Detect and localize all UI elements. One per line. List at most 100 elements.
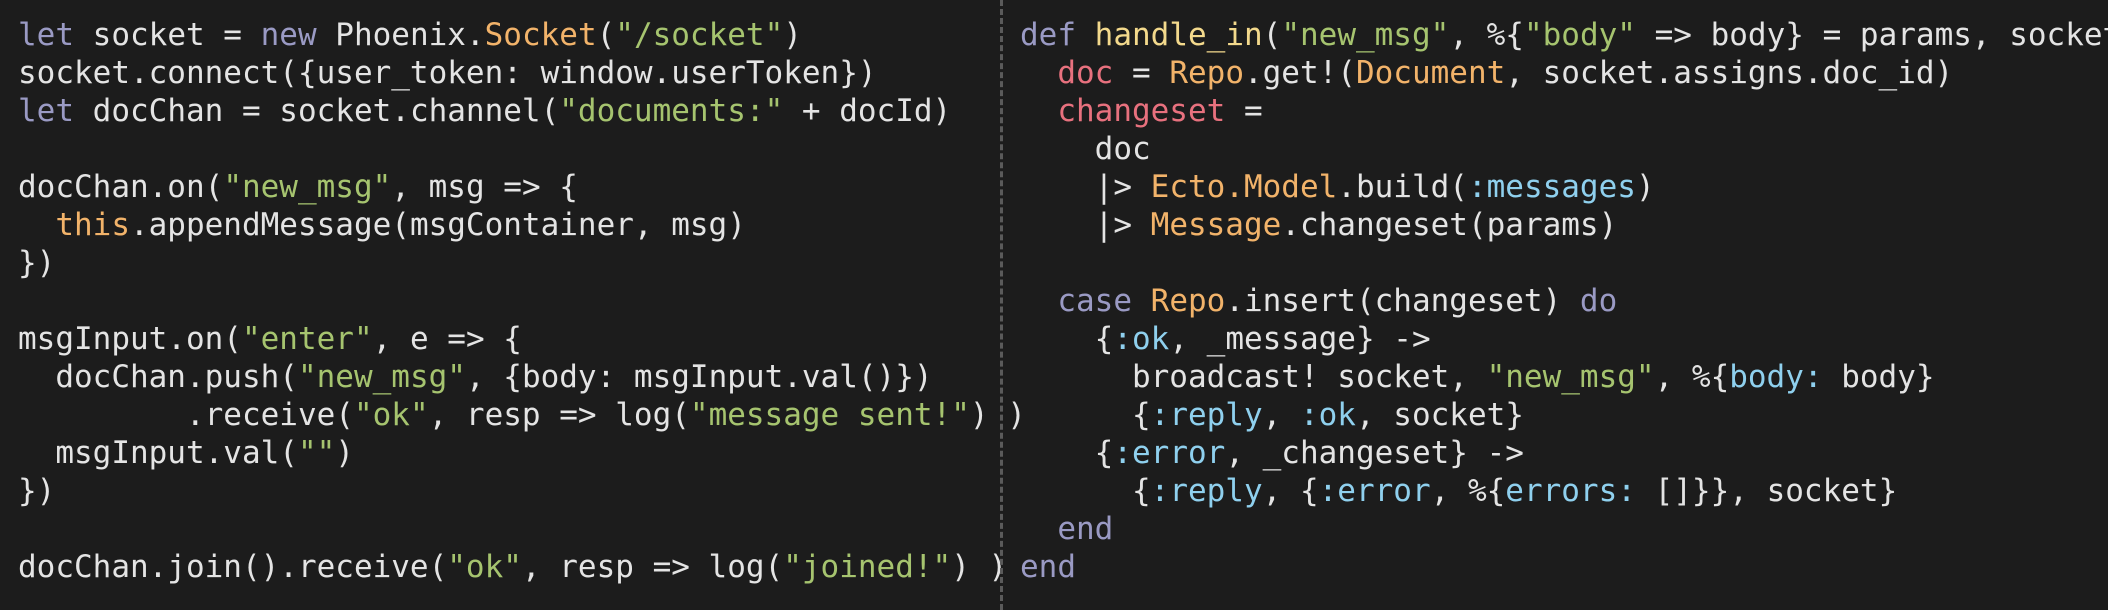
code-token: handle_in [1094,17,1263,53]
left-code-line: socket.connect({user_token: window.userT… [18,54,1026,92]
code-token: "ok" [353,397,429,433]
code-token: "documents:" [559,93,784,129]
right-code-line: |> Ecto.Model.build(:messages) [1020,168,2108,206]
right-code-line: |> Message.changeset(params) [1020,206,2108,244]
code-token: let [18,17,74,53]
code-token: , socket} [1355,397,1524,433]
code-token: = [1113,55,1170,91]
code-token: doc [1057,55,1114,91]
code-token: do [1579,283,1618,319]
pane-divider[interactable] [1000,0,1003,610]
code-token: .insert(changeset) [1225,283,1580,319]
code-token: "new_msg" [1486,359,1655,395]
code-token: }) [18,473,56,509]
code-token: def [1020,17,1076,53]
code-token: { [1020,397,1151,433]
code-token: .appendMessage(msgContainer, msg) [129,207,746,243]
left-code-pane[interactable]: let socket = new Phoenix.Socket("/socket… [18,16,1026,586]
right-code-line: end [1020,548,2108,586]
code-token: broadcast! socket, [1020,359,1487,395]
code-token: ) [335,435,354,471]
code-token: "/socket" [615,17,784,53]
code-token: ) ) [969,397,1026,433]
code-token: "enter" [241,321,373,357]
right-code-line [1020,244,2108,282]
code-token: :reply [1150,397,1263,433]
code-token: , socket.assigns.doc_id) [1505,55,1954,91]
right-code-line: end [1020,510,2108,548]
code-token: :reply [1150,473,1263,509]
code-token: + docId) [783,93,952,129]
right-code-line: def handle_in("new_msg", %{"body" => bod… [1020,16,2108,54]
left-code-line: this.appendMessage(msgContainer, msg) [18,206,1026,244]
code-token: msgInput.val( [18,435,298,471]
code-token: end [1020,549,1076,585]
code-token: msgInput.on( [18,321,242,357]
right-code-line: {:ok, _message} -> [1020,320,2108,358]
code-token: :error [1318,473,1431,509]
code-token: , msg => { [391,169,578,205]
code-token: ) [1635,169,1655,205]
code-token: :messages [1467,169,1636,205]
right-code-pane[interactable]: def handle_in("new_msg", %{"body" => bod… [1020,16,2108,586]
code-token: .receive( [18,397,354,433]
left-code-line: docChan.push("new_msg", {body: msgInput.… [18,358,1026,396]
code-token: .build( [1337,169,1468,205]
code-token: this [55,207,130,243]
left-code-line [18,130,1026,168]
code-token: , e => { [372,321,522,357]
code-token: docChan.on( [18,169,224,205]
code-token: , %{ [1430,473,1506,509]
code-token: socket.connect({user_token: window.userT… [18,55,877,91]
code-token: "new_msg" [1281,17,1450,53]
left-code-line: let socket = new Phoenix.Socket("/socket… [18,16,1026,54]
left-code-line: .receive("ok", resp => log("message sent… [18,396,1026,434]
code-token: ) [783,17,802,53]
code-token: , [1262,397,1300,433]
right-code-line: {:reply, {:error, %{errors: []}}, socket… [1020,472,2108,510]
code-token: , {body: msgInput.val()}) [465,359,933,395]
right-code-line: {:reply, :ok, socket} [1020,396,2108,434]
right-code-line: case Repo.insert(changeset) do [1020,282,2108,320]
code-token: , resp => log( [428,397,690,433]
left-code-line [18,282,1026,320]
code-token: body: [1729,359,1823,395]
code-token: ( [596,17,616,53]
code-token: "" [297,435,336,471]
code-token: .changeset(params) [1281,207,1618,243]
code-token: :error [1113,435,1226,471]
code-token: []}}, socket} [1635,473,1898,509]
code-token: , _changeset} -> [1225,435,1524,471]
code-token: new [260,17,317,53]
code-token: body} [1822,359,1935,395]
left-code-line: }) [18,472,1026,510]
code-token: { [1020,321,1114,357]
code-token: "new_msg" [297,359,466,395]
code-token: Repo [1150,283,1226,319]
code-token: "new_msg" [223,169,392,205]
code-token: "joined!" [783,549,952,585]
code-token: => body} = params, socket) [1635,17,2108,53]
code-token: |> [1020,207,1151,243]
code-token: , resp => log( [521,549,784,585]
code-token: , { [1262,473,1319,509]
code-token: , _message} -> [1169,321,1431,357]
code-token: :ok [1113,321,1170,357]
code-token: docChan = socket.channel( [74,93,560,129]
left-code-line: let docChan = socket.channel("documents:… [18,92,1026,130]
code-token: Document [1355,55,1506,91]
right-code-line: doc [1020,130,2108,168]
code-token: socket = [74,17,261,53]
code-token: { [1020,435,1114,471]
code-token: }) [18,245,56,281]
code-token: Ecto.Model [1150,169,1338,205]
code-token: ( [1262,17,1282,53]
code-token: Message [1150,207,1282,243]
code-token: end [1057,511,1114,547]
code-token: |> [1020,169,1151,205]
code-token: = [1225,93,1263,129]
